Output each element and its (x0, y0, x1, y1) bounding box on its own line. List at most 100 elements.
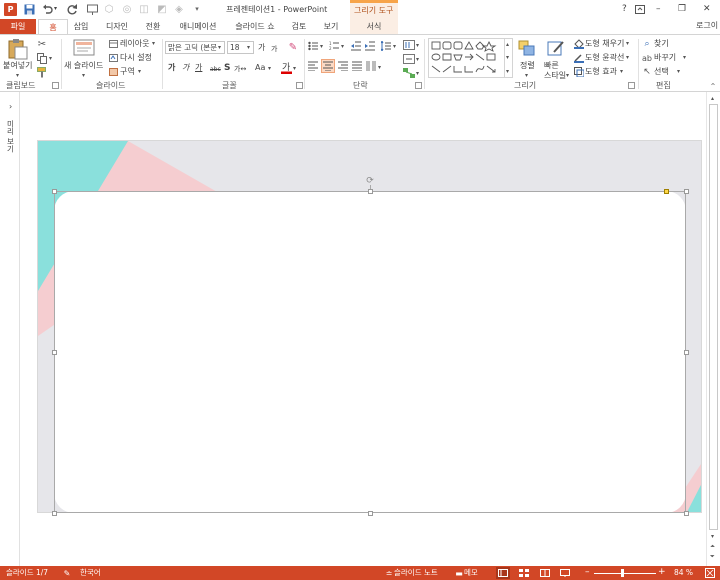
scroll-down-icon[interactable]: ▾ (711, 532, 714, 542)
font-size-box[interactable]: 18 ▾ (227, 41, 254, 54)
bullets-dropdown-icon[interactable]: ▾ (320, 42, 323, 52)
numbering-icon[interactable]: 12 (328, 40, 340, 52)
rotate-qat-icon[interactable]: ◈ (173, 3, 185, 15)
bold-icon[interactable]: 가 (168, 63, 175, 73)
select-dropdown-icon[interactable]: ▾ (677, 67, 680, 77)
font-launcher-icon[interactable] (296, 82, 303, 89)
paragraph-launcher-icon[interactable] (415, 82, 422, 89)
align-qat-icon[interactable]: ◫ (138, 3, 150, 15)
new-slide-button[interactable]: 새 슬라이드 (64, 61, 103, 71)
tab-home[interactable]: 홈 (38, 19, 68, 35)
redo-icon[interactable] (66, 3, 78, 15)
shrink-font-button[interactable]: 가 (271, 44, 277, 54)
tab-view[interactable]: 보기 (318, 19, 344, 34)
align-text-icon[interactable] (402, 53, 416, 65)
find-button[interactable]: 찾기 (654, 39, 669, 49)
copy-icon[interactable] (36, 52, 48, 64)
font-color-icon[interactable]: 가 (280, 60, 292, 74)
char-spacing-icon[interactable]: 가↔ (234, 64, 246, 74)
tab-format[interactable]: 서식 (350, 19, 398, 34)
tab-transitions[interactable]: 전환 (140, 19, 166, 34)
resize-handle-right[interactable] (684, 350, 689, 355)
font-name-dropdown-icon[interactable]: ▾ (218, 43, 221, 53)
corner-radius-adjust-handle[interactable] (664, 189, 669, 194)
resize-handle-bottom-left[interactable] (52, 511, 57, 516)
replace-dropdown-icon[interactable]: ▾ (683, 53, 686, 63)
ribbon-display-options-icon[interactable] (634, 3, 646, 15)
decrease-indent-icon[interactable] (350, 40, 362, 52)
reading-view-icon[interactable] (538, 567, 552, 579)
tab-animations[interactable]: 애니메이션 (172, 19, 224, 34)
tab-insert[interactable]: 삽입 (68, 19, 94, 34)
align-text-dropdown-icon[interactable]: ▾ (416, 55, 419, 65)
clear-formatting-icon[interactable]: ✎ (287, 40, 299, 54)
numbering-dropdown-icon[interactable]: ▾ (341, 42, 344, 52)
shape-effects-dropdown-icon[interactable]: ▾ (620, 67, 623, 77)
text-direction-icon[interactable] (402, 39, 416, 51)
strikethrough-icon[interactable]: abc (210, 65, 221, 75)
paste-button[interactable]: 붙여넣기 (3, 61, 32, 71)
thumbnail-pane[interactable]: › 미리 보기 (0, 92, 20, 566)
paste-icon[interactable] (4, 38, 30, 60)
quick-styles-button[interactable]: 빠른 스타일 (544, 61, 568, 81)
close-button[interactable]: ✕ (703, 4, 711, 14)
reset-button[interactable]: 다시 설정 (120, 53, 152, 63)
smartart-icon[interactable] (402, 67, 416, 79)
columns-icon[interactable] (365, 60, 377, 72)
select-button[interactable]: 선택 (654, 67, 669, 77)
save-icon[interactable] (23, 3, 35, 15)
clipboard-launcher-icon[interactable] (52, 82, 59, 89)
new-slide-icon[interactable] (72, 38, 96, 58)
restore-button[interactable]: ❐ (678, 4, 686, 14)
scroll-thumb[interactable] (709, 104, 718, 530)
tab-review[interactable]: 검토 (286, 19, 312, 34)
text-shadow-icon[interactable]: S (224, 63, 230, 73)
zoom-level[interactable]: 84 % (674, 568, 693, 578)
scroll-up-icon[interactable]: ▴ (711, 94, 714, 104)
align-center-icon[interactable] (321, 59, 335, 73)
spellcheck-icon[interactable]: ✎ (62, 568, 72, 578)
shape-effects-button[interactable]: 도형 효과 (585, 67, 617, 77)
resize-handle-top-left[interactable] (52, 189, 57, 194)
shapes-qat-icon[interactable]: ⬡ (103, 3, 115, 15)
vertical-scrollbar[interactable]: ▴ ▾ ⏶ ⏷ (706, 92, 720, 566)
change-case-dropdown-icon[interactable]: ▾ (268, 64, 271, 74)
tab-slideshow[interactable]: 슬라이드 쇼 (230, 19, 280, 34)
section-button[interactable]: 구역 (120, 67, 135, 77)
minimize-button[interactable]: – (656, 4, 661, 14)
italic-icon[interactable]: 가 (182, 63, 189, 73)
help-button[interactable]: ? (622, 4, 627, 14)
undo-dropdown-icon[interactable]: ▾ (54, 4, 57, 14)
shapes-scroll-down-icon[interactable]: ▾ (506, 53, 509, 63)
slideshow-icon[interactable] (86, 3, 98, 15)
columns-dropdown-icon[interactable]: ▾ (378, 63, 381, 73)
align-left-icon[interactable] (307, 60, 319, 72)
quick-styles-icon[interactable] (546, 39, 566, 57)
order-qat-icon[interactable]: ◩ (156, 3, 168, 15)
previous-slide-icon[interactable]: ⏶ (710, 542, 715, 552)
shape-outline-dropdown-icon[interactable]: ▾ (626, 53, 629, 63)
format-painter-icon[interactable] (36, 66, 48, 78)
slide-sorter-icon[interactable] (517, 567, 531, 579)
layout-dropdown-icon[interactable]: ▾ (152, 39, 155, 49)
undo-icon[interactable] (41, 3, 53, 15)
smartart-dropdown-icon[interactable]: ▾ (416, 69, 419, 79)
arrange-button[interactable]: 정렬 (520, 61, 535, 71)
resize-handle-bottom[interactable] (368, 511, 373, 516)
line-spacing-icon[interactable] (380, 40, 392, 52)
resize-handle-left[interactable] (52, 350, 57, 355)
zoom-slider[interactable] (594, 573, 656, 574)
font-name-box[interactable]: 맑은 고딕 (본문 ▾ (165, 41, 225, 54)
customize-qat-icon[interactable]: ▾ (192, 3, 202, 15)
change-case-button[interactable]: Aa (255, 63, 265, 73)
line-spacing-dropdown-icon[interactable]: ▾ (393, 42, 396, 52)
new-slide-dropdown-icon[interactable]: ▾ (82, 71, 85, 81)
bullets-icon[interactable] (307, 40, 319, 52)
increase-indent-icon[interactable] (364, 40, 376, 52)
shape-fill-button[interactable]: 도형 채우기 (585, 39, 624, 49)
zoom-out-button[interactable]: – (585, 567, 590, 577)
shapes-scroll-up-icon[interactable]: ▴ (506, 40, 509, 50)
tab-file[interactable]: 파일 (0, 19, 36, 34)
text-direction-dropdown-icon[interactable]: ▾ (416, 41, 419, 51)
font-color-dropdown-icon[interactable]: ▾ (293, 64, 296, 74)
